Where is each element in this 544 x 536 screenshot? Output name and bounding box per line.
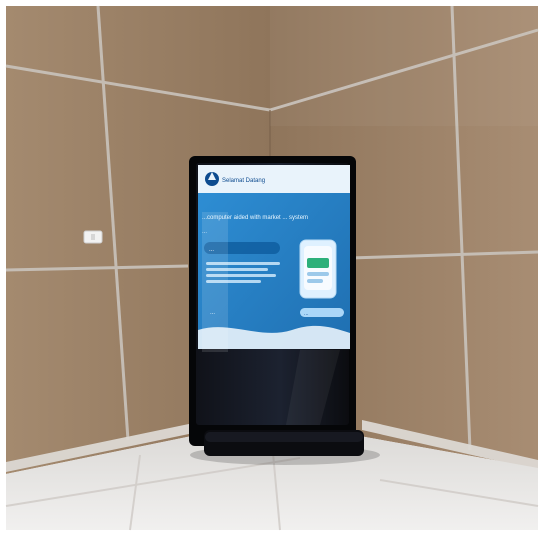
screen-glare <box>202 212 228 352</box>
screen-header <box>198 165 350 193</box>
screen-header-text: Selamat Datang <box>222 178 265 184</box>
phone-mockup <box>299 239 337 299</box>
light-overlay <box>270 6 538 126</box>
kiosk-screen: Selamat Datang ...computer aided with ma… <box>198 165 350 352</box>
light-switch <box>83 230 103 244</box>
logo-icon <box>205 172 219 186</box>
kiosk: Selamat Datang ...computer aided with ma… <box>189 156 364 456</box>
scene-svg: Selamat Datang ...computer aided with ma… <box>0 0 544 536</box>
screen-right-button-label: ... <box>304 311 309 317</box>
photo-scene: Selamat Datang ...computer aided with ma… <box>0 0 544 536</box>
